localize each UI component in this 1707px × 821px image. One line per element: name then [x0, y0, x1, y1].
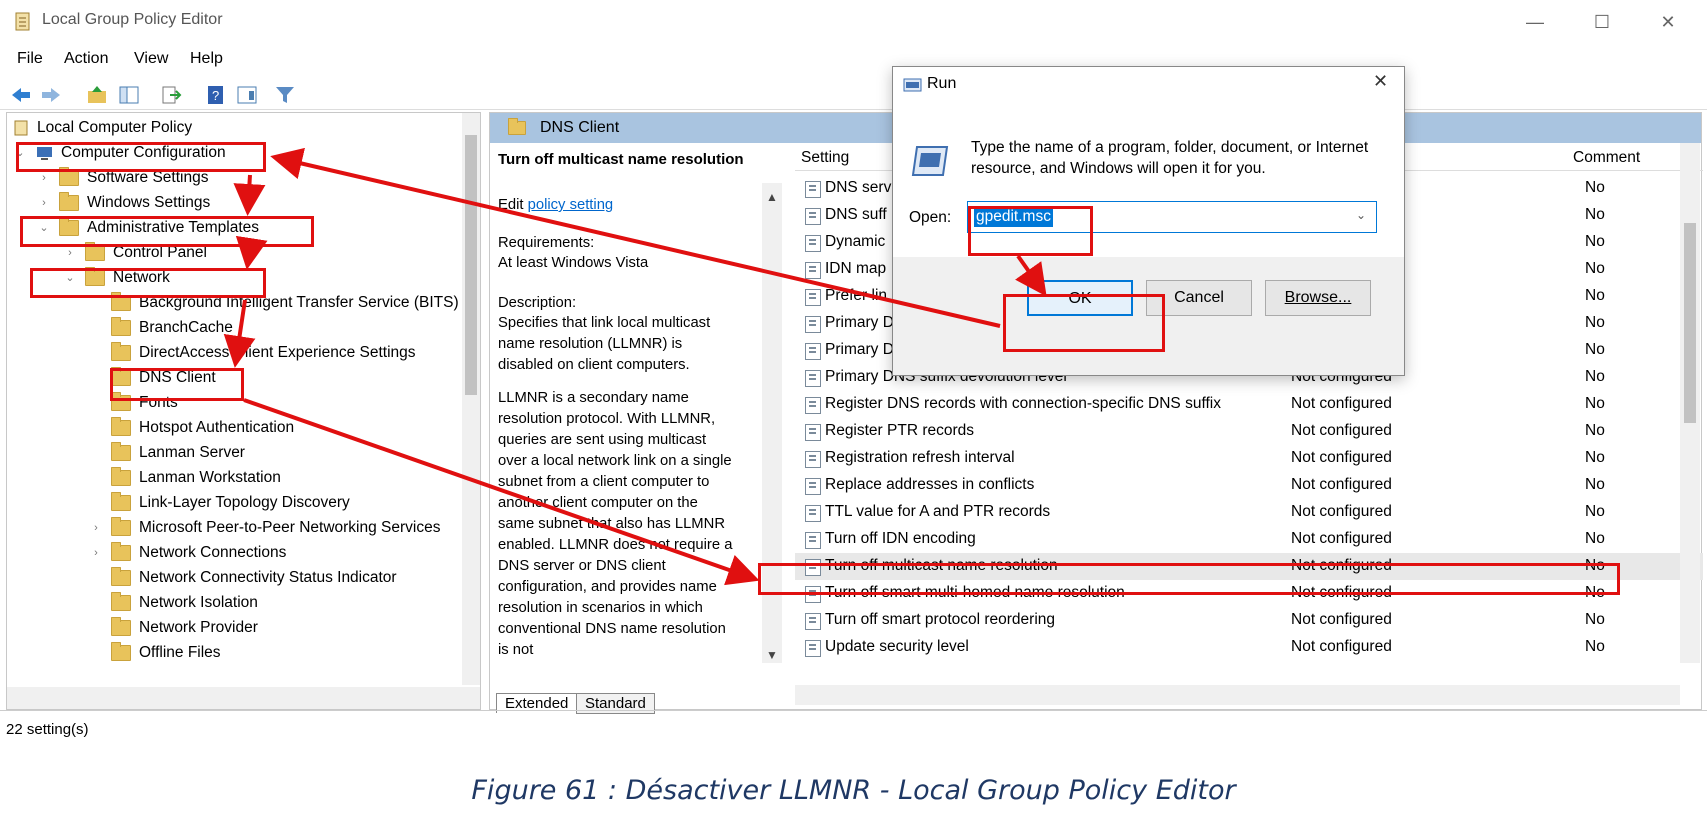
arrow-to-computer-configuration: [270, 147, 1001, 328]
arrow-to-administrative-templates: [233, 174, 266, 216]
arrow-to-multicast-row: [243, 398, 760, 586]
arrow-to-network: [235, 235, 268, 270]
annotation-arrows: [223, 147, 1047, 586]
arrow-to-ok-button: [1015, 254, 1047, 297]
arrow-to-dns-client: [223, 299, 256, 368]
figure-caption: Figure 61 : Désactiver LLMNR - Local Gro…: [471, 775, 1236, 806]
